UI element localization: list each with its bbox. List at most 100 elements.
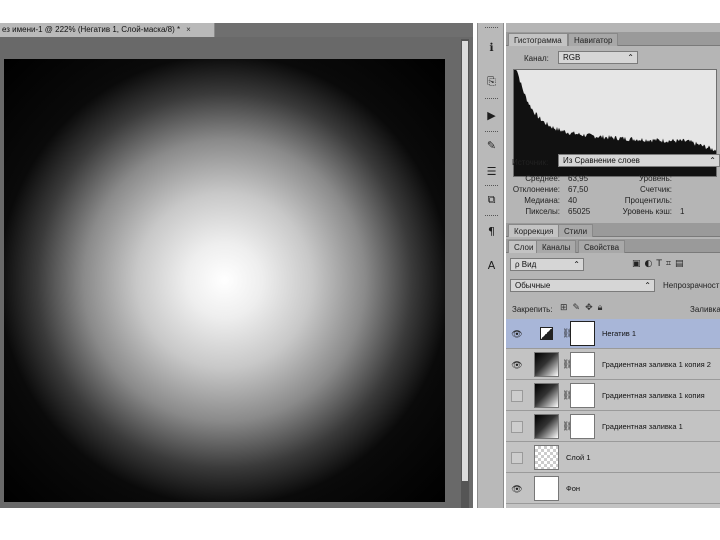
chevron-down-icon: ⌃: [573, 260, 580, 269]
filter-pixel-icon[interactable]: ▣: [632, 259, 645, 269]
layer-name: Градиентная заливка 1 копия 2: [602, 360, 711, 369]
gradient-thumbnail: [534, 414, 559, 439]
layer-row[interactable]: 👁︎ ⛓︎ Негатив 1: [506, 319, 720, 349]
mean-value: 63,95: [568, 174, 589, 183]
layer-filter-select[interactable]: ρ Вид ⌃: [510, 258, 584, 271]
close-icon[interactable]: ×: [186, 25, 191, 34]
adjustments-tabs: Коррекция Стили: [506, 223, 720, 237]
adjust-sliders-icon[interactable]: ☰: [483, 163, 500, 180]
histogram-tabs: Гистограмма Навигатор: [506, 32, 720, 46]
lock-transparency-icon[interactable]: ⊞: [560, 303, 573, 313]
layer-name: Градиентная заливка 1: [602, 422, 683, 431]
history-icon[interactable]: ⎘: [483, 73, 500, 90]
mean-label: Среднее:: [525, 174, 560, 183]
channel-value: RGB: [563, 53, 581, 62]
source-value: Из Сравнение слоев: [563, 156, 640, 165]
tab-properties[interactable]: Свойства: [578, 240, 626, 253]
dock-separator: [485, 27, 498, 29]
stddev-value: 67,50: [568, 185, 589, 194]
document-window: ез имени-1 @ 222% (Негатив 1, Слой-маска…: [0, 23, 473, 508]
lock-move-icon[interactable]: ✥: [585, 303, 598, 313]
invert-adjustment-icon: [534, 321, 559, 346]
scrollbar-thumb[interactable]: [462, 41, 468, 481]
layers-tabs: Слои Каналы Свойства: [506, 239, 720, 253]
gradient-thumbnail: [534, 383, 559, 408]
right-panels: Гистограмма Навигатор Канал: RGB ⌃ Источ…: [506, 23, 720, 508]
filter-type-icon[interactable]: T: [656, 259, 666, 269]
tab-bar-background: [215, 23, 473, 37]
dock-separator: [485, 215, 498, 217]
layer-mask-thumbnail[interactable]: [570, 352, 595, 377]
layer-mask-thumbnail[interactable]: [570, 414, 595, 439]
paragraph-icon[interactable]: ¶: [483, 223, 500, 240]
background-thumbnail: [534, 476, 559, 501]
chevron-down-icon: ⌃: [709, 156, 716, 165]
layer-row[interactable]: ⛓︎ Градиентная заливка 1 копия: [506, 381, 720, 411]
blend-mode-value: Обычные: [515, 281, 551, 290]
eye-hidden-icon[interactable]: [511, 390, 523, 402]
layer-mask-thumbnail[interactable]: [570, 383, 595, 408]
lock-icon[interactable]: 🔒︎: [598, 303, 608, 313]
brush-presets-icon[interactable]: ✎: [483, 137, 500, 154]
gradient-thumbnail: [534, 352, 559, 377]
search-icon: ρ: [515, 260, 522, 269]
tab-navigator[interactable]: Навигатор: [568, 33, 619, 46]
channel-select[interactable]: RGB ⌃: [558, 51, 638, 64]
eye-icon[interactable]: 👁︎: [511, 359, 523, 371]
fill-label: Заливка:: [690, 305, 720, 314]
layer-row[interactable]: Слой 1: [506, 443, 720, 473]
character-icon[interactable]: A: [483, 257, 500, 274]
panel-dock-icons: ℹ ⎘ ▶ ✎ ☰ ⧉ ¶ A: [477, 23, 504, 508]
tab-channels[interactable]: Каналы: [536, 240, 577, 253]
layers-list: 👁︎ ⛓︎ Негатив 1 👁︎ ⛓︎ Градиентная заливк…: [506, 319, 720, 508]
filter-smart-icon[interactable]: ▤: [675, 259, 688, 269]
transparent-layer-thumbnail: [534, 445, 559, 470]
eye-hidden-icon[interactable]: [511, 452, 523, 464]
info-icon[interactable]: ℹ: [483, 39, 500, 56]
count-label: Счетчик:: [639, 185, 672, 194]
source-select[interactable]: Из Сравнение слоев ⌃: [558, 154, 720, 167]
layer-name: Негатив 1: [602, 329, 637, 338]
document-tab-title: ез имени-1 @ 222% (Негатив 1, Слой-маска…: [2, 25, 181, 34]
actions-play-icon[interactable]: ▶: [483, 107, 500, 124]
filter-adjustment-icon[interactable]: ◐: [645, 259, 657, 269]
source-label: Источник:: [512, 158, 549, 167]
lock-label: Закрепить:: [512, 305, 553, 314]
layer-row[interactable]: 👁︎ ⛓︎ Градиентная заливка 1 копия 2: [506, 350, 720, 380]
filter-shape-icon[interactable]: ⌗: [666, 259, 675, 269]
lock-brush-icon[interactable]: ✎: [573, 303, 586, 313]
tab-layers[interactable]: Слои: [508, 240, 540, 253]
pixels-value: 65025: [568, 207, 591, 216]
channel-label: Канал:: [524, 54, 549, 63]
eye-icon[interactable]: 👁︎: [511, 328, 523, 340]
blend-mode-select[interactable]: Обычные ⌃: [510, 279, 655, 292]
cache-value: 1: [680, 207, 685, 216]
tab-adjustments[interactable]: Коррекция: [508, 224, 560, 237]
layer-mask-thumbnail[interactable]: [570, 321, 595, 346]
median-value: 40: [568, 196, 577, 205]
dock-separator: [485, 131, 498, 133]
level-label: Уровень:: [638, 174, 672, 183]
pixels-label: Пикселы:: [525, 207, 560, 216]
layer-row[interactable]: ⛓︎ Градиентная заливка 1: [506, 412, 720, 442]
image-canvas[interactable]: [4, 59, 445, 502]
eye-hidden-icon[interactable]: [511, 421, 523, 433]
layer-comps-icon[interactable]: ⧉: [483, 191, 500, 208]
layer-filter-icons[interactable]: ▣◐T⌗▤: [632, 259, 687, 269]
percentile-label: Процентиль:: [624, 196, 672, 205]
layer-row[interactable]: 👁︎ Фон: [506, 474, 720, 504]
eye-icon[interactable]: 👁︎: [511, 483, 523, 495]
cache-label: Уровень кэш:: [622, 207, 672, 216]
document-tab[interactable]: ез имени-1 @ 222% (Негатив 1, Слой-маска…: [0, 23, 215, 37]
tab-histogram[interactable]: Гистограмма: [508, 33, 568, 46]
chevron-down-icon: ⌃: [644, 281, 651, 290]
tab-styles[interactable]: Стили: [558, 224, 594, 237]
vertical-scrollbar[interactable]: [461, 39, 469, 508]
chevron-down-icon: ⌃: [627, 53, 634, 62]
dock-separator: [485, 185, 498, 187]
layer-name: Фон: [566, 484, 581, 493]
dock-separator: [485, 98, 498, 100]
lock-icons[interactable]: ⊞✎✥🔒︎: [560, 303, 607, 313]
layer-name: Слой 1: [566, 453, 591, 462]
median-label: Медиана:: [524, 196, 560, 205]
